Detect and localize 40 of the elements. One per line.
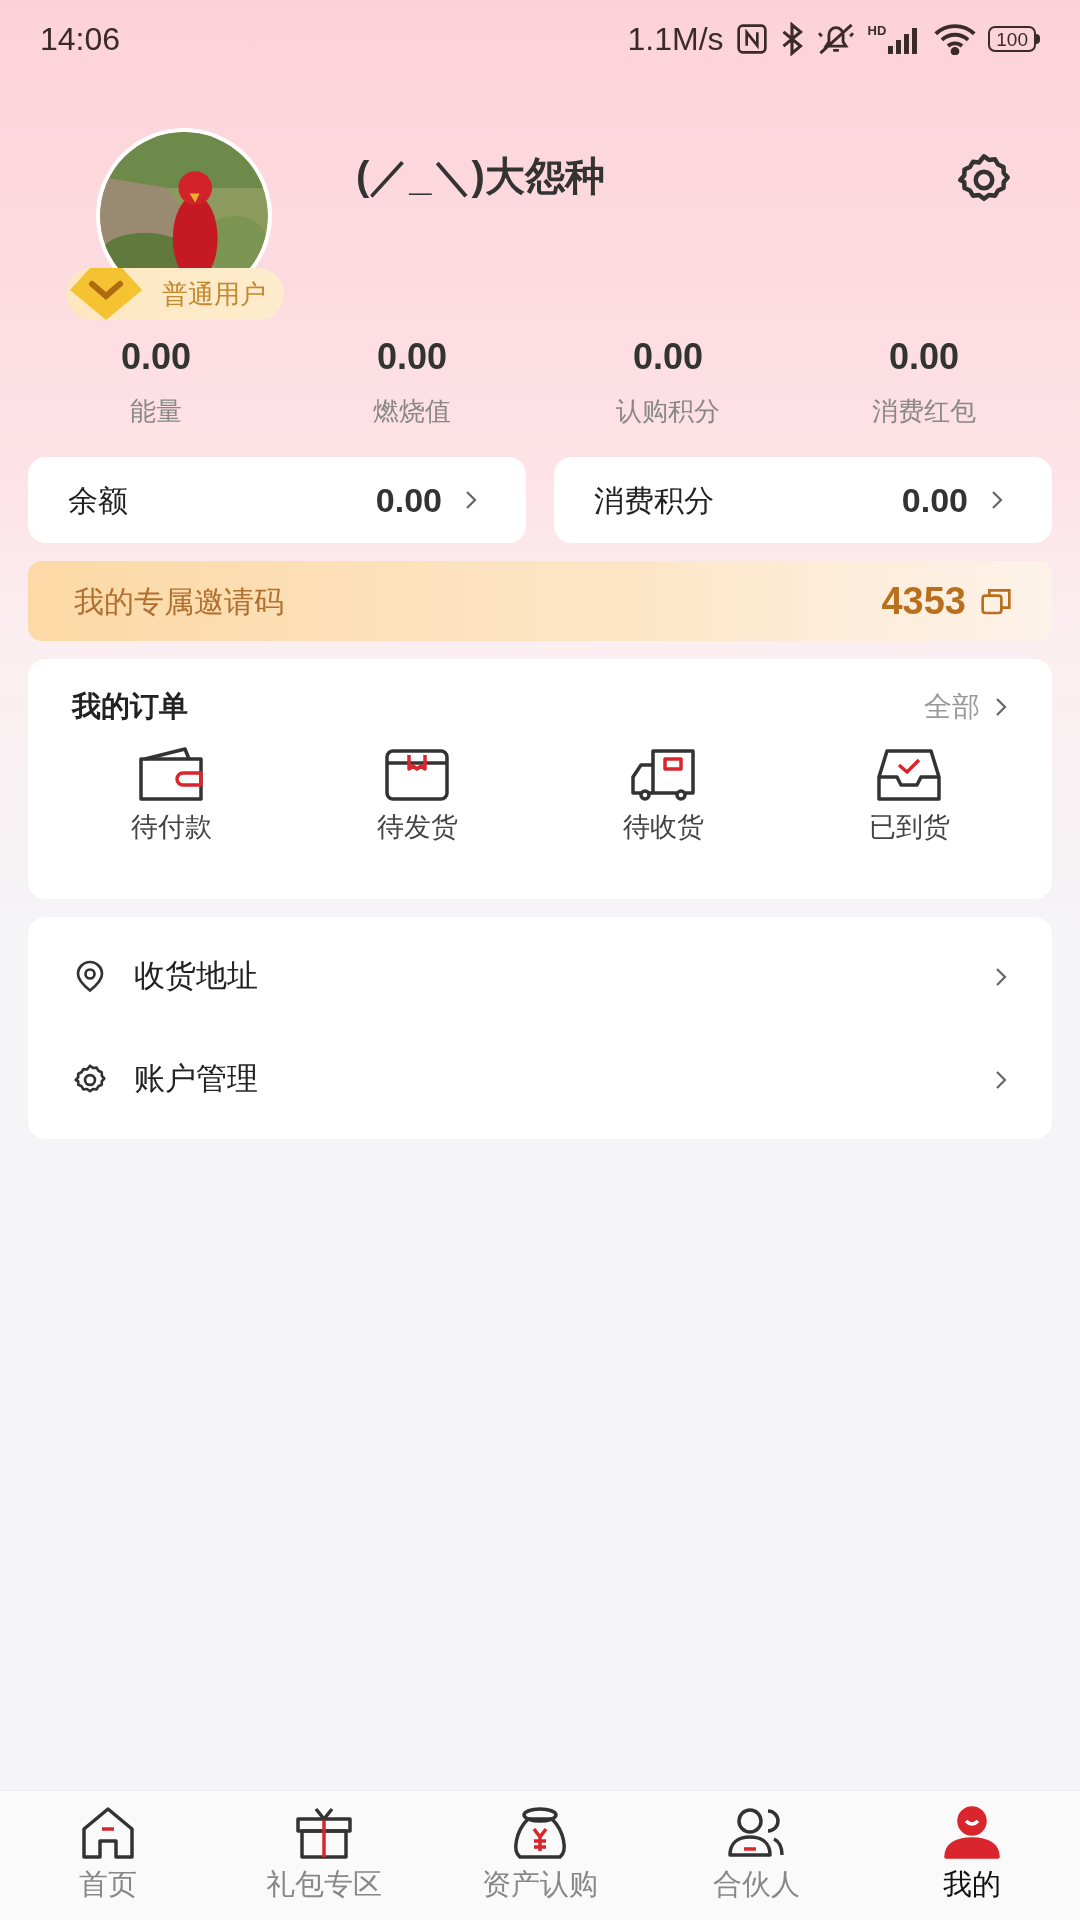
muted-bell-icon [815, 22, 856, 56]
chevron-icon [464, 489, 478, 511]
order-status-button[interactable]: 待收货 [540, 744, 786, 847]
copy-icon[interactable] [980, 586, 1012, 616]
chevron-icon [994, 695, 1008, 718]
chevron-icon [994, 1068, 1008, 1091]
user-name: (／_＼)大怨种 [356, 154, 605, 198]
balance-label: 消费积分 [594, 482, 714, 519]
chevron-icon [994, 965, 1008, 988]
invite-label: 我的专属邀请码 [74, 583, 284, 620]
stat-value: 0.00 [376, 335, 448, 379]
wifi-icon [934, 23, 977, 55]
status-time: 14:06 [40, 20, 121, 59]
orders-title: 我的订单 [72, 689, 188, 724]
menu-item[interactable]: 收货地址 [72, 925, 1008, 1028]
stat-label: 能量 [130, 395, 182, 428]
network-speed: 1.1M/s [627, 20, 724, 59]
nfc-icon [735, 23, 768, 55]
invite-code: 4353 [881, 578, 966, 624]
balance-label: 余额 [68, 482, 128, 519]
stat-label: 认购积分 [616, 395, 720, 428]
stat-value: 0.00 [888, 335, 960, 379]
menu-label: 收货地址 [134, 957, 258, 996]
balance-value: 0.00 [901, 479, 968, 521]
stat-value: 0.00 [120, 335, 192, 379]
chevron-icon [990, 489, 1004, 511]
order-status-button[interactable]: 待发货 [294, 744, 540, 847]
battery-indicator: 100 [988, 26, 1036, 52]
balance-card[interactable]: 余额 0.00 [28, 457, 526, 543]
order-status-button[interactable]: 已到货 [786, 744, 1032, 847]
stat-label: 消费红包 [872, 395, 976, 428]
stat-value: 0.00 [632, 335, 704, 379]
signal-label: HD [867, 24, 887, 37]
balance-value: 0.00 [375, 479, 442, 521]
nav-tab[interactable]: 我的 [864, 1805, 1080, 1920]
menu-label: 账户管理 [134, 1060, 258, 1099]
order-status-button[interactable]: 待付款 [48, 744, 294, 847]
stat-label: 燃烧值 [373, 395, 451, 428]
menu-item[interactable]: 账户管理 [72, 1028, 1008, 1131]
balance-card[interactable]: 消费积分 0.00 [554, 457, 1052, 543]
